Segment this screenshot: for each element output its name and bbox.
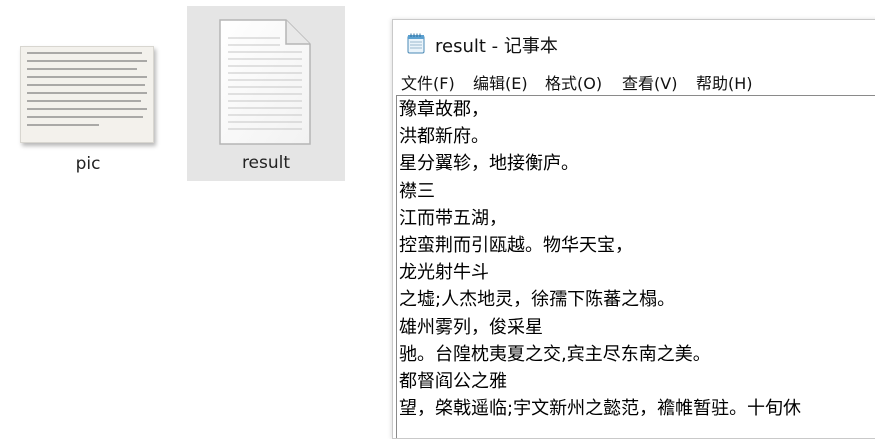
menu-help[interactable]: 帮助(H) bbox=[696, 70, 753, 94]
text-line: 之墟;人杰地灵，徐孺下陈蕃之榻。 bbox=[399, 289, 676, 311]
notepad-icon bbox=[407, 33, 425, 54]
window-title: result - 记事本 bbox=[435, 36, 558, 57]
title-bar[interactable]: result - 记事本 bbox=[393, 20, 875, 66]
text-editor-area[interactable]: 豫章故郡， 洪都新府。 星分翼轸，地接衡庐。 襟三 江而带五湖， 控蛮荆而引瓯越… bbox=[396, 95, 875, 438]
desktop-icon-result[interactable]: result bbox=[187, 6, 345, 181]
text-line: 洪都新府。 bbox=[399, 126, 489, 148]
text-line: 江而带五湖， bbox=[399, 207, 507, 229]
text-line: 望，棨戟遥临;宇文新州之懿范，襜帷暂驻。十旬休 bbox=[399, 398, 802, 420]
notepad-window: result - 记事本 文件(F) 编辑(E) 格式(O) 查看(V) 帮助(… bbox=[392, 19, 875, 439]
desktop-icon-label: pic bbox=[75, 154, 101, 174]
menu-file[interactable]: 文件(F) bbox=[401, 70, 455, 94]
menu-format[interactable]: 格式(O) bbox=[545, 70, 602, 94]
menu-view[interactable]: 查看(V) bbox=[622, 70, 677, 94]
text-line: 都督阎公之雅 bbox=[399, 370, 507, 392]
text-line: 豫章故郡， bbox=[399, 99, 489, 120]
text-line: 龙光射牛斗 bbox=[399, 262, 489, 284]
image-thumbnail-icon bbox=[20, 46, 154, 143]
text-document-icon bbox=[219, 19, 311, 145]
desktop-icon-pic[interactable]: pic bbox=[8, 8, 168, 180]
menu-bar: 文件(F) 编辑(E) 格式(O) 查看(V) 帮助(H) bbox=[393, 66, 875, 96]
text-line: 星分翼轸，地接衡庐。 bbox=[399, 153, 579, 175]
desktop-icon-label: result bbox=[241, 153, 291, 173]
text-line: 襟三 bbox=[399, 180, 435, 202]
menu-edit[interactable]: 编辑(E) bbox=[473, 70, 528, 94]
text-line: 控蛮荆而引瓯越。物华天宝， bbox=[399, 234, 633, 256]
text-line: 驰。台隍枕夷夏之交,宾主尽东南之美。 bbox=[399, 343, 711, 365]
text-line: 雄州雾列，俊采星 bbox=[399, 316, 543, 338]
